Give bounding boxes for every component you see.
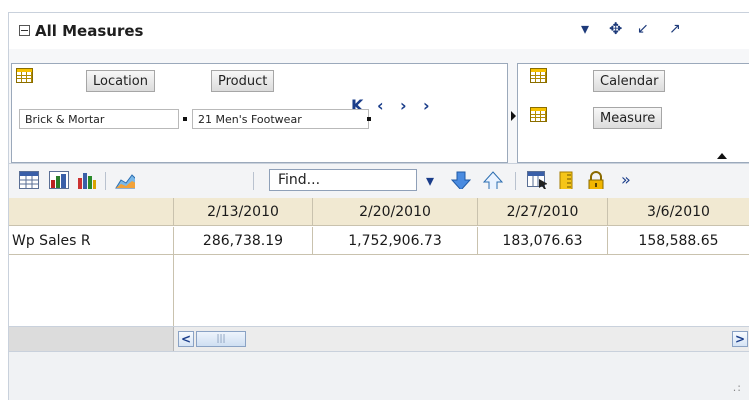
- status-bar: .:: [9, 351, 749, 400]
- column-header[interactable]: 2/27/2010: [478, 198, 608, 226]
- collapse-up-icon[interactable]: [717, 153, 727, 159]
- grid-edge-icon: [16, 68, 33, 83]
- next-page-icon[interactable]: ›: [400, 96, 407, 115]
- more-tools-icon[interactable]: »: [621, 170, 631, 189]
- product-dimension-button[interactable]: Product: [211, 70, 275, 92]
- select-cells-icon[interactable]: [527, 171, 547, 189]
- location-value-select[interactable]: Brick & Mortar: [19, 109, 179, 129]
- move-icon[interactable]: ✥: [609, 19, 622, 39]
- chart-view-icon[interactable]: [77, 171, 97, 189]
- pivot-area: Location Product K ‹ › › Brick & Mortar …: [9, 49, 749, 163]
- data-cell[interactable]: 158,588.65: [608, 227, 749, 255]
- find-dropdown-icon[interactable]: ▾: [426, 171, 434, 190]
- toolbar: Find... ▾ »: [9, 163, 749, 198]
- toolbar-separator: [253, 172, 254, 190]
- panel-header: All Measures ▾ ✥ ↙ ↗: [9, 13, 749, 49]
- table-chart-view-icon[interactable]: [49, 171, 69, 189]
- previous-page-icon[interactable]: ‹: [377, 96, 384, 115]
- grid-edge-icon: [530, 68, 547, 83]
- grid-edge-icon: [530, 107, 547, 122]
- last-page-icon[interactable]: ›: [423, 96, 430, 115]
- row-header-area: [9, 255, 174, 326]
- horizontal-scrollbar[interactable]: < ||| >: [9, 326, 749, 352]
- lock-icon[interactable]: [587, 171, 607, 189]
- find-next-down-icon[interactable]: [451, 171, 471, 189]
- scrollbar-left-pad: [9, 327, 174, 352]
- location-dimension-button[interactable]: Location: [86, 70, 155, 92]
- resize-grip-icon[interactable]: .:: [733, 381, 742, 394]
- scroll-left-icon[interactable]: <: [178, 331, 194, 347]
- minimize-icon[interactable]: ↙: [637, 19, 649, 39]
- product-value-select[interactable]: 21 Men's Footwear: [192, 109, 369, 129]
- find-input[interactable]: Find...: [269, 169, 417, 191]
- toolbar-separator: [105, 172, 106, 190]
- location-handle[interactable]: [183, 117, 187, 121]
- corner-cell: [9, 198, 174, 226]
- expand-right-icon[interactable]: [511, 111, 516, 121]
- column-header[interactable]: 2/20/2010: [313, 198, 478, 226]
- measure-dimension-button[interactable]: Measure: [593, 107, 663, 129]
- data-cell[interactable]: 183,076.63: [478, 227, 608, 255]
- all-measures-panel: All Measures ▾ ✥ ↙ ↗ Location Product K …: [8, 12, 749, 400]
- row-header[interactable]: Wp Sales R: [9, 227, 174, 255]
- data-cell[interactable]: 1,752,906.73: [313, 227, 478, 255]
- calendar-dimension-button[interactable]: Calendar: [593, 70, 666, 92]
- toolbar-separator: [515, 172, 516, 190]
- data-grid: 2/13/2010 2/20/2010 2/27/2010 3/6/2010 W…: [9, 198, 749, 352]
- table-view-icon[interactable]: [19, 171, 39, 189]
- product-handle[interactable]: [367, 117, 371, 121]
- dropdown-menu-icon[interactable]: ▾: [581, 19, 589, 39]
- scroll-thumb[interactable]: |||: [196, 331, 246, 347]
- column-header[interactable]: 2/13/2010: [174, 198, 313, 226]
- find-previous-up-icon[interactable]: [483, 171, 503, 189]
- data-cell[interactable]: 286,738.19: [174, 227, 313, 255]
- column-edge-box: Calendar Measure: [517, 63, 749, 163]
- column-header[interactable]: 3/6/2010: [608, 198, 749, 226]
- area-chart-icon[interactable]: [115, 171, 135, 189]
- ruler-icon[interactable]: [559, 171, 579, 189]
- panel-title: All Measures: [35, 22, 144, 40]
- maximize-icon[interactable]: ↗: [669, 19, 681, 39]
- scroll-right-icon[interactable]: >: [732, 331, 748, 347]
- page-edge-box: Location Product K ‹ › › Brick & Mortar …: [11, 63, 508, 163]
- collapse-icon[interactable]: [19, 25, 30, 36]
